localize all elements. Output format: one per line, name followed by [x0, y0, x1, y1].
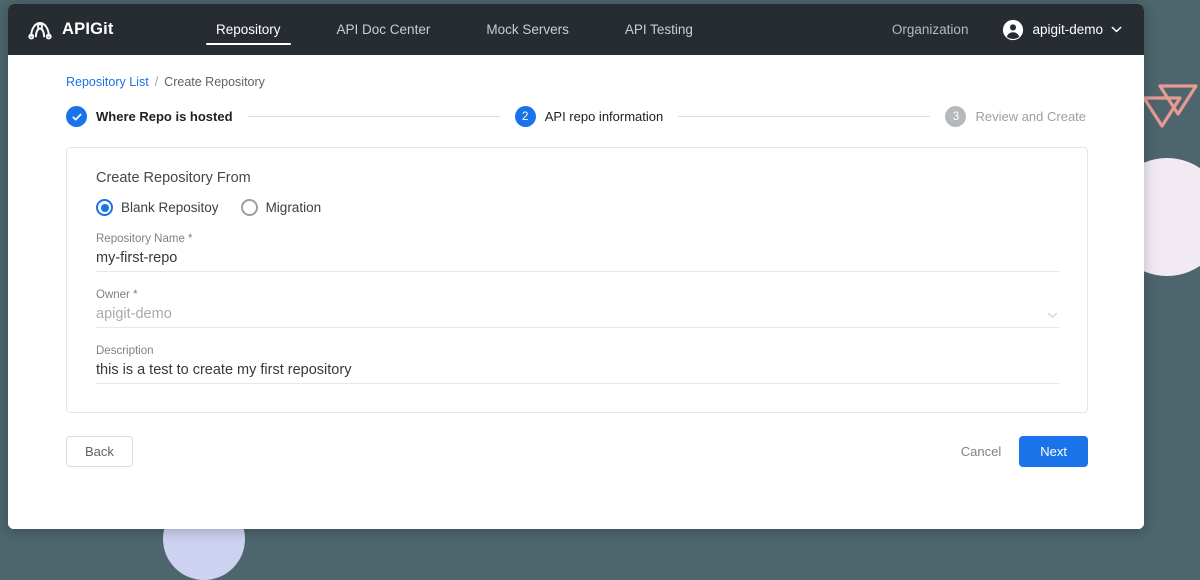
description-label: Description: [96, 345, 154, 357]
step-connector-1: [247, 116, 500, 117]
app-window: APIGit Repository API Doc Center Mock Se…: [8, 4, 1144, 529]
description-input[interactable]: [96, 362, 1060, 378]
radio-option-migration[interactable]: Migration: [240, 199, 322, 216]
check-icon: [71, 113, 82, 121]
repository-name-label: Repository Name *: [96, 233, 193, 245]
cancel-button[interactable]: Cancel: [957, 437, 1005, 466]
apigit-arch-logo-icon: [28, 21, 52, 39]
repository-source-radio-group: Blank Repositoy Migration: [96, 199, 1060, 216]
brand-logo-area[interactable]: APIGit: [8, 4, 188, 55]
top-navigation-bar: APIGit Repository API Doc Center Mock Se…: [8, 4, 1144, 55]
brand-name: APIGit: [62, 20, 114, 38]
back-button[interactable]: Back: [66, 436, 133, 467]
page-content: Repository List / Create Repository Wher…: [8, 55, 1144, 529]
radio-migration-label: Migration: [265, 200, 322, 215]
owner-select[interactable]: [96, 306, 1060, 322]
nav-organization-link[interactable]: Organization: [892, 22, 1003, 37]
user-name-label: apigit-demo: [1032, 22, 1103, 37]
step-review-and-create[interactable]: 3 Review and Create: [945, 106, 1086, 127]
progress-stepper: Where Repo is hosted 2 API repo informat…: [66, 106, 1088, 127]
nav-tab-api-testing[interactable]: API Testing: [597, 4, 721, 55]
breadcrumb-repository-list-link[interactable]: Repository List: [66, 75, 149, 89]
nav-tabs: Repository API Doc Center Mock Servers A…: [188, 4, 721, 55]
chevron-down-icon[interactable]: [1047, 312, 1058, 319]
step-3-badge: 3: [945, 106, 967, 127]
step-1-label: Where Repo is hosted: [96, 109, 233, 124]
breadcrumb: Repository List / Create Repository: [66, 75, 1088, 89]
description-field: Description: [96, 345, 1060, 384]
radio-blank-repository-icon: [96, 199, 113, 216]
breadcrumb-separator: /: [154, 75, 159, 89]
decorative-triangles-icon: [1142, 84, 1198, 128]
account-circle-icon: [1003, 19, 1024, 40]
user-menu[interactable]: apigit-demo: [1002, 19, 1122, 41]
radio-option-blank-repository[interactable]: Blank Repositoy: [96, 199, 219, 216]
footer-primary-actions: Cancel Next: [957, 436, 1088, 467]
nav-tab-api-doc-center[interactable]: API Doc Center: [309, 4, 459, 55]
chevron-down-icon: [1111, 26, 1122, 33]
form-footer: Back Cancel Next: [66, 436, 1088, 467]
step-3-label: Review and Create: [975, 109, 1087, 124]
create-repository-card: Create Repository From Blank Repositoy M…: [66, 147, 1088, 413]
step-1-badge: [66, 106, 87, 127]
card-title: Create Repository From: [96, 170, 251, 186]
step-where-repo-is-hosted[interactable]: Where Repo is hosted: [66, 106, 233, 127]
radio-migration-icon: [240, 199, 258, 216]
step-2-badge: 2: [514, 106, 536, 127]
radio-blank-repository-label: Blank Repositoy: [121, 200, 219, 215]
step-2-label: API repo information: [544, 109, 664, 124]
repository-name-field: Repository Name *: [96, 233, 1060, 272]
next-button[interactable]: Next: [1019, 436, 1088, 467]
nav-tab-repository[interactable]: Repository: [188, 4, 309, 55]
owner-field: Owner *: [96, 289, 1060, 328]
owner-label: Owner *: [96, 289, 138, 301]
step-api-repo-information[interactable]: 2 API repo information: [514, 106, 664, 127]
step-connector-2: [678, 116, 931, 117]
breadcrumb-current-page: Create Repository: [164, 75, 265, 89]
nav-right-area: Organization apigit-demo: [892, 4, 1144, 55]
repository-name-input[interactable]: [96, 250, 1060, 266]
nav-tab-mock-servers[interactable]: Mock Servers: [458, 4, 597, 55]
